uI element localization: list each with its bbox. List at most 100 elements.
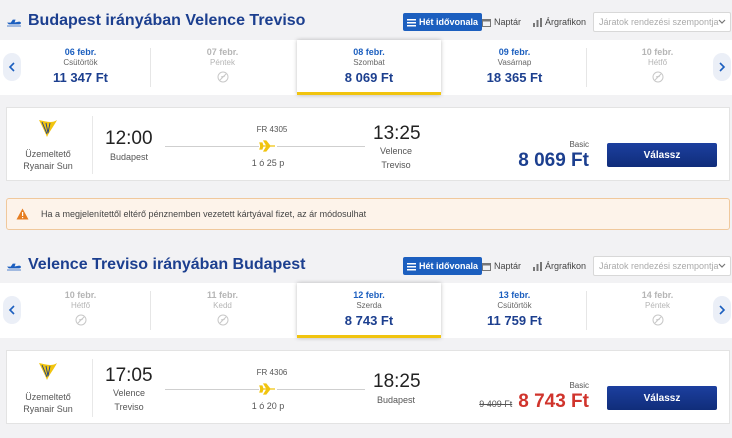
date-label: 10 febr. xyxy=(641,47,674,57)
outbound-date-cell: 07 febr. Péntek xyxy=(155,40,290,95)
departure-city: Velence Treviso xyxy=(112,388,146,412)
flight-number: FR 4306 xyxy=(256,368,288,377)
outbound-next-dates-button[interactable] xyxy=(713,53,731,81)
inbound-date-cell[interactable]: 13 febr. Csütörtök 11 759 Ft xyxy=(447,283,582,338)
weekday-label: Csütörtök xyxy=(63,58,98,67)
list-icon xyxy=(407,262,416,270)
date-label: 06 febr. xyxy=(64,47,97,57)
arrival-time: 18:25 xyxy=(373,371,421,392)
inbound-date-cell: 10 febr. Hétfő xyxy=(13,283,148,338)
date-label: 10 febr. xyxy=(64,290,97,300)
operator-label: Üzemeltető xyxy=(25,392,71,402)
chevron-down-icon xyxy=(718,19,726,24)
date-label: 07 febr. xyxy=(206,47,239,57)
price-graph-button[interactable]: Árgrafikon xyxy=(529,13,590,31)
weekday-label: Hétfő xyxy=(647,58,668,67)
operator-label: Üzemeltető xyxy=(25,149,71,159)
fare-type: Basic xyxy=(569,140,589,149)
calendar-icon xyxy=(482,262,491,271)
outbound-date-cell: 10 febr. Hétfő xyxy=(590,40,725,95)
outbound-flight-card[interactable]: Üzemeltető Ryanair Sun 12:00 Budapest FR… xyxy=(6,107,730,181)
inbound-date-cell-selected[interactable]: 12 febr. Szerda 8 743 Ft xyxy=(297,283,441,338)
outbound-route-title: Budapest irányában Velence Treviso xyxy=(28,12,306,29)
chevron-down-icon xyxy=(718,263,726,268)
outbound-date-cell[interactable]: 06 febr. Csütörtök 11 347 Ft xyxy=(13,40,148,95)
bar-chart-icon xyxy=(533,17,542,27)
flight-duration: 1 ó 20 p xyxy=(251,401,285,411)
price-graph-label: Árgrafikon xyxy=(545,261,587,271)
price-graph-label: Árgrafikon xyxy=(545,17,587,27)
chevron-right-icon xyxy=(719,62,726,72)
week-timeline-button[interactable]: Hét idővonala xyxy=(403,257,483,275)
inbound-date-cell: 14 febr. Péntek xyxy=(590,283,725,338)
flight-number: FR 4305 xyxy=(256,125,288,134)
inbound-header: Velence Treviso irányában Budapest Hét i… xyxy=(0,254,732,282)
date-price: 8 069 Ft xyxy=(344,70,394,85)
weekday-label: Szerda xyxy=(356,301,382,310)
no-flight-icon xyxy=(652,71,663,83)
date-label: 11 febr. xyxy=(206,290,239,300)
ryanair-harp-logo-icon xyxy=(39,120,57,137)
outbound-date-cell-selected[interactable]: 08 febr. Szombat 8 069 Ft xyxy=(297,40,441,95)
plane-icon xyxy=(259,383,277,395)
price-row: 8 069 Ft xyxy=(518,150,589,172)
outbound-header: Budapest irányában Velence Treviso Hét i… xyxy=(0,10,732,38)
warning-icon xyxy=(16,208,29,220)
calendar-button[interactable]: Naptár xyxy=(478,257,525,275)
list-icon xyxy=(407,18,416,26)
inbound-flight-card[interactable]: Üzemeltető Ryanair Sun 17:05 Velence Tre… xyxy=(6,350,730,424)
departure-time: 12:00 xyxy=(105,128,153,149)
inbound-date-cell: 11 febr. Kedd xyxy=(155,283,290,338)
select-outbound-button[interactable]: Válassz xyxy=(607,143,717,167)
plane-depart-icon xyxy=(7,19,21,27)
weekday-label: Kedd xyxy=(213,301,232,310)
departure-city: Budapest xyxy=(109,152,149,162)
alert-message: Ha a megjelenítettől eltérő pénznemben v… xyxy=(41,209,367,219)
select-inbound-button[interactable]: Válassz xyxy=(607,386,717,410)
date-price: 11 759 Ft xyxy=(487,313,542,328)
sort-select-placeholder: Járatok rendezési szempontja xyxy=(599,261,719,271)
currency-alert: Ha a megjelenítettől eltérő pénznemben v… xyxy=(6,198,730,230)
inbound-next-dates-button[interactable] xyxy=(713,296,731,324)
arrival-city: Budapest xyxy=(376,395,416,405)
week-timeline-button[interactable]: Hét idővonala xyxy=(403,13,483,31)
week-timeline-label: Hét idővonala xyxy=(419,17,479,27)
weekday-label: Csütörtök xyxy=(497,301,532,310)
date-price: 18 365 Ft xyxy=(486,70,543,85)
departure-time: 17:05 xyxy=(105,365,153,386)
date-price: 11 347 Ft xyxy=(53,70,108,85)
operator-info: Üzemeltető Ryanair Sun xyxy=(12,391,84,415)
operator-name: Ryanair Sun xyxy=(23,161,73,171)
week-timeline-label: Hét idővonala xyxy=(419,261,479,271)
weekday-label: Szombat xyxy=(353,58,385,67)
operator-name: Ryanair Sun xyxy=(23,404,73,414)
ryanair-harp-logo-icon xyxy=(39,363,57,380)
plane-depart-icon xyxy=(7,263,21,271)
flight-duration: 1 ó 25 p xyxy=(251,158,285,168)
price-row: 9 409 Ft 8 743 Ft xyxy=(479,391,589,413)
sort-select-placeholder: Járatok rendezési szempontja xyxy=(599,17,719,27)
calendar-icon xyxy=(482,18,491,27)
date-label: 08 febr. xyxy=(353,47,385,57)
chevron-right-icon xyxy=(719,305,726,315)
weekday-label: Hétfő xyxy=(70,301,91,310)
no-flight-icon xyxy=(217,314,228,326)
sort-select[interactable]: Járatok rendezési szempontja xyxy=(593,256,731,276)
flight-price: 8 069 Ft xyxy=(518,150,589,171)
inbound-route-title: Velence Treviso irányában Budapest xyxy=(28,256,306,273)
operator-info: Üzemeltető Ryanair Sun xyxy=(12,148,84,172)
date-label: 13 febr. xyxy=(498,290,531,300)
bar-chart-icon xyxy=(533,261,542,271)
arrival-city: Velence Treviso xyxy=(379,146,413,170)
no-flight-icon xyxy=(217,71,228,83)
calendar-button[interactable]: Naptár xyxy=(478,13,525,31)
no-flight-icon xyxy=(652,314,663,326)
outbound-date-cell[interactable]: 09 febr. Vasárnap 18 365 Ft xyxy=(447,40,582,95)
sort-select[interactable]: Járatok rendezési szempontja xyxy=(593,12,731,32)
date-label: 12 febr. xyxy=(353,290,385,300)
weekday-label: Péntek xyxy=(645,301,670,310)
price-graph-button[interactable]: Árgrafikon xyxy=(529,257,590,275)
fare-type: Basic xyxy=(569,381,589,390)
flight-price: 8 743 Ft xyxy=(518,391,589,412)
weekday-label: Vasárnap xyxy=(497,58,532,67)
